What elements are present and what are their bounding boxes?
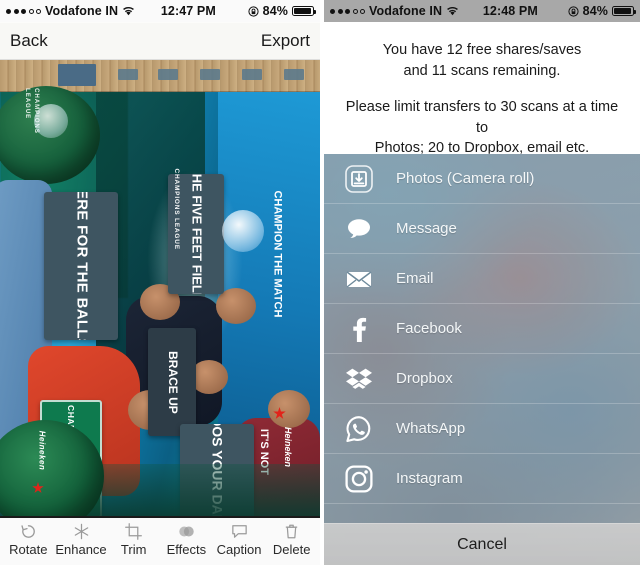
photo-sign-text: CHAMPION THE MATCH <box>270 190 283 318</box>
share-screen-body: You have 12 free shares/saves and 11 sca… <box>324 22 640 565</box>
photo-heineken-wordmark: Heineken <box>37 430 47 471</box>
toolbar-item-trim[interactable]: Trim <box>107 521 160 557</box>
quota-line-2: and 11 scans remaining. <box>403 62 561 79</box>
status-bar-left: Vodafone IN <box>330 4 459 18</box>
toolbar-item-label: Delete <box>272 542 311 557</box>
status-bar-center: 12:48 PM <box>453 4 568 18</box>
two-screenshot-comparison: Vodafone IN 12:47 PM 84% Back Export LEA… <box>0 0 640 565</box>
status-bar-right: 84% <box>568 4 637 18</box>
effects-circles-icon <box>177 521 196 541</box>
rotate-icon <box>19 521 38 541</box>
status-bar-center: 12:47 PM <box>129 4 248 18</box>
clock: 12:48 PM <box>482 4 538 18</box>
clock: 12:47 PM <box>160 4 216 18</box>
share-option-photos[interactable]: Photos (Camera roll) <box>324 154 640 204</box>
save-to-photos-icon <box>342 162 376 196</box>
photo-image: CHAMPIONSLEAGUE HERE FOR THE BALLS! THE … <box>0 60 320 516</box>
signal-strength-dots <box>6 8 41 14</box>
photo-sign: BRACE UP <box>148 328 196 436</box>
carrier-name: Vodafone IN <box>369 4 443 18</box>
quota-line-3: Please limit transfers to 30 scans at a … <box>345 99 619 136</box>
toolbar-item-label: Trim <box>120 542 147 557</box>
message-bubble-icon <box>342 212 376 246</box>
share-option-label: Instagram <box>396 470 463 487</box>
toolbar-item-enhance[interactable]: Enhance <box>55 521 108 557</box>
photo-heineken-wordmark: Heineken <box>282 426 293 468</box>
trash-icon <box>282 521 301 541</box>
back-button[interactable]: Back <box>10 31 48 51</box>
toolbar-item-label: Effects <box>166 542 207 557</box>
toolbar-item-rotate[interactable]: Rotate <box>2 521 55 557</box>
left-nav-bar: Back Export <box>0 22 320 60</box>
status-bar-right: 84% <box>248 4 317 18</box>
quota-line-1: You have 12 free shares/saves <box>382 42 582 58</box>
toolbar-item-effects[interactable]: Effects <box>160 521 213 557</box>
toolbar-item-label: Rotate <box>9 542 48 557</box>
sparkle-icon <box>72 521 91 541</box>
speech-bubble-icon <box>230 521 249 541</box>
share-option-label: Email <box>396 270 434 287</box>
share-option-label: Facebook <box>396 320 462 337</box>
photo-sign-text: THE FIVE FEET FIELD <box>189 174 205 294</box>
facebook-icon <box>342 312 376 346</box>
rotation-lock-icon <box>248 5 259 17</box>
instagram-icon <box>342 462 376 496</box>
photo-sign-text: BRACE UP <box>165 350 180 414</box>
share-option-label: Dropbox <box>396 370 453 387</box>
right-status-bar: Vodafone IN 12:48 PM 84% <box>324 0 640 22</box>
editor-toolbar: Rotate Enhance Trim Effects Caption Dele… <box>0 516 320 565</box>
share-sheet: Photos (Camera roll) Message Email Faceb… <box>324 154 640 565</box>
battery-icon <box>612 5 637 17</box>
whatsapp-icon <box>342 412 376 446</box>
photo-champions-league-starball <box>222 210 264 252</box>
share-option-label: Photos (Camera roll) <box>396 170 535 187</box>
toolbar-item-label: Caption <box>216 542 262 557</box>
left-status-bar: Vodafone IN 12:47 PM 84% <box>0 0 320 22</box>
photo-sign: CHAMPION THE MATCH <box>254 190 298 318</box>
toolbar-item-caption[interactable]: Caption <box>213 521 266 557</box>
signal-strength-dots <box>330 8 365 14</box>
crop-icon <box>124 521 143 541</box>
cancel-button[interactable]: Cancel <box>324 523 640 565</box>
right-phone-screen: Vodafone IN 12:48 PM 84% You have 12 fre… <box>324 0 640 565</box>
share-option-instagram[interactable]: Instagram <box>324 454 640 504</box>
share-option-label: WhatsApp <box>396 420 466 437</box>
toolbar-item-label: Enhance <box>55 542 107 557</box>
dropbox-icon <box>342 362 376 396</box>
battery-percent: 84% <box>582 4 608 18</box>
export-button[interactable]: Export <box>261 31 310 51</box>
battery-percent: 84% <box>262 4 288 18</box>
photo-sign: HERE FOR THE BALLS! <box>44 192 118 340</box>
photo-sign-text: HERE FOR THE BALLS! <box>73 192 91 340</box>
carrier-name: Vodafone IN <box>45 4 119 18</box>
envelope-icon <box>342 262 376 296</box>
cancel-button-label: Cancel <box>457 535 507 553</box>
battery-icon <box>292 5 317 17</box>
toolbar-item-delete[interactable]: Delete <box>265 521 318 557</box>
rotation-lock-icon <box>568 5 579 17</box>
share-option-facebook[interactable]: Facebook <box>324 304 640 354</box>
share-option-whatsapp[interactable]: WhatsApp <box>324 404 640 454</box>
photo-preview[interactable]: CHAMPIONSLEAGUE HERE FOR THE BALLS! THE … <box>0 60 320 516</box>
share-option-label: Message <box>396 220 457 237</box>
quota-message: You have 12 free shares/saves and 11 sca… <box>324 22 640 159</box>
share-option-email[interactable]: Email <box>324 254 640 304</box>
photo-champions-league-wordmark: CHAMPIONS LEAGUE <box>172 168 180 250</box>
left-phone-screen: Vodafone IN 12:47 PM 84% Back Export LEA… <box>0 0 320 565</box>
share-option-message[interactable]: Message <box>324 204 640 254</box>
share-option-dropbox[interactable]: Dropbox <box>324 354 640 404</box>
status-bar-left: Vodafone IN <box>6 4 135 18</box>
photo-heineken-star <box>32 482 44 493</box>
